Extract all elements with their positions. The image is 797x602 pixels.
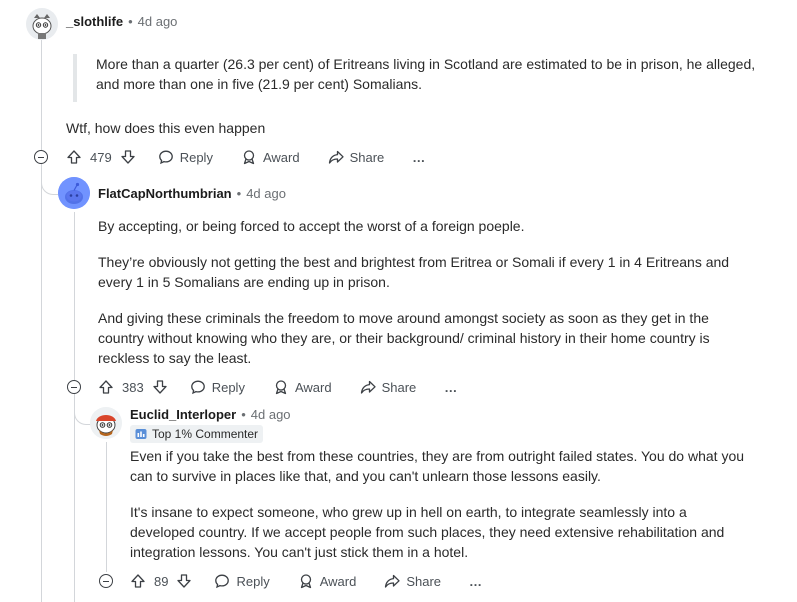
- thread-connector-3: [74, 396, 91, 425]
- award-label: Award: [262, 149, 300, 165]
- username[interactable]: _slothlife: [66, 14, 123, 29]
- comment-actions: 89 Reply Award Share …: [130, 571, 482, 591]
- upvote-button[interactable]: [98, 379, 114, 395]
- avatar[interactable]: [26, 8, 58, 40]
- share-label: Share: [349, 149, 385, 165]
- thread-line-level-1[interactable]: [41, 40, 42, 602]
- share-label: Share: [406, 573, 442, 589]
- award-button[interactable]: Award: [241, 149, 300, 165]
- comment-paragraph: They’re obviously not getting the best a…: [98, 254, 730, 290]
- reply-label: Reply: [179, 149, 213, 165]
- blockquote: More than a quarter (26.3 per cent) of E…: [73, 54, 756, 102]
- comment-paragraph: Even if you take the best from these cou…: [130, 448, 745, 484]
- downvote-button[interactable]: [176, 573, 192, 589]
- timestamp[interactable]: 4d ago: [246, 186, 286, 201]
- downvote-button[interactable]: [152, 379, 168, 395]
- comment-meta: _slothlife • 4d ago: [66, 14, 177, 29]
- reply-icon: [158, 150, 173, 165]
- share-button[interactable]: Share: [328, 149, 385, 165]
- user-flair: Top 1% Commenter: [130, 425, 264, 445]
- share-button[interactable]: Share: [384, 573, 441, 589]
- comment-body: Even if you take the best from these cou…: [130, 446, 755, 562]
- thread-connector-2: [41, 166, 58, 195]
- award-icon: [243, 150, 255, 165]
- award-label: Award: [294, 379, 332, 395]
- upvote-button[interactable]: [66, 149, 82, 165]
- vote-count: 89: [154, 573, 169, 589]
- award-icon: [300, 574, 311, 589]
- timestamp[interactable]: 4d ago: [251, 407, 291, 422]
- reply-label: Reply: [211, 379, 245, 395]
- thread-line-level-3[interactable]: [106, 442, 107, 572]
- upvote-icon: [131, 574, 145, 588]
- badge-label: Top 1% Commenter: [152, 427, 259, 441]
- reply-icon: [215, 574, 230, 589]
- share-icon: [328, 150, 344, 164]
- award-label: Award: [319, 573, 357, 589]
- upvote-icon: [67, 150, 81, 164]
- collapse-icon[interactable]: [99, 574, 113, 588]
- award-button[interactable]: Award: [298, 573, 357, 589]
- comment-paragraph: It's insane to expect someone, who grew …: [130, 504, 725, 560]
- upvote-icon: [99, 380, 113, 394]
- collapse-icon[interactable]: [34, 150, 48, 164]
- meta-separator: •: [128, 14, 133, 29]
- top-commenter-icon: [135, 429, 147, 439]
- award-icon: [275, 380, 287, 395]
- collapse-icon[interactable]: [67, 380, 81, 394]
- more-options-button[interactable]: …: [469, 574, 482, 589]
- downvote-icon: [177, 574, 192, 588]
- more-icon: …: [444, 379, 458, 395]
- comment-paragraph: By accepting, or being forced to accept …: [98, 218, 525, 234]
- downvote-icon: [121, 150, 135, 164]
- vote-count: 383: [122, 379, 144, 395]
- comment-meta: Euclid_Interloper • 4d ago: [130, 407, 291, 422]
- reply-label: Reply: [236, 573, 270, 589]
- avatar[interactable]: [58, 177, 90, 209]
- share-button[interactable]: Share: [360, 379, 417, 395]
- more-options-button[interactable]: …: [444, 380, 457, 395]
- reply-button[interactable]: Reply: [158, 149, 213, 165]
- comment-actions: 383 Reply Award Share …: [98, 377, 457, 397]
- status-badge: Top 1% Commenter: [130, 425, 264, 443]
- downvote-button[interactable]: [120, 149, 136, 165]
- share-icon: [385, 574, 400, 588]
- username[interactable]: FlatCapNorthumbrian: [98, 186, 232, 201]
- snoo-sloth-avatar-icon: [26, 8, 58, 40]
- downvote-icon: [153, 380, 167, 394]
- snoo-custom-avatar-icon: [90, 407, 122, 439]
- upvote-button[interactable]: [130, 573, 146, 589]
- share-label: Share: [381, 379, 417, 395]
- reply-button[interactable]: Reply: [190, 379, 245, 395]
- meta-separator: •: [241, 407, 246, 422]
- meta-separator: •: [236, 186, 242, 201]
- comment-meta: FlatCapNorthumbrian • 4d ago: [98, 186, 286, 201]
- more-icon: …: [469, 573, 483, 589]
- comment-body: By accepting, or being forced to accept …: [98, 216, 753, 368]
- vote-count: 479: [90, 149, 112, 165]
- comment-actions: 479 Reply Award Share …: [66, 147, 425, 167]
- reply-button[interactable]: Reply: [214, 573, 270, 589]
- comment-body: Wtf, how does this even happen: [66, 118, 766, 138]
- timestamp[interactable]: 4d ago: [138, 14, 178, 29]
- more-options-button[interactable]: …: [412, 150, 425, 165]
- comment-paragraph: And giving these criminals the freedom t…: [98, 310, 710, 366]
- reply-icon: [190, 380, 205, 395]
- comment-text: Wtf, how does this even happen: [66, 120, 266, 136]
- share-icon: [360, 380, 376, 394]
- award-button[interactable]: Award: [273, 379, 332, 395]
- avatar[interactable]: [90, 407, 122, 439]
- quote-text: More than a quarter (26.3 per cent) of E…: [96, 56, 756, 92]
- more-icon: …: [412, 149, 426, 165]
- username[interactable]: Euclid_Interloper: [130, 407, 236, 422]
- default-snoo-avatar-icon: [58, 177, 90, 209]
